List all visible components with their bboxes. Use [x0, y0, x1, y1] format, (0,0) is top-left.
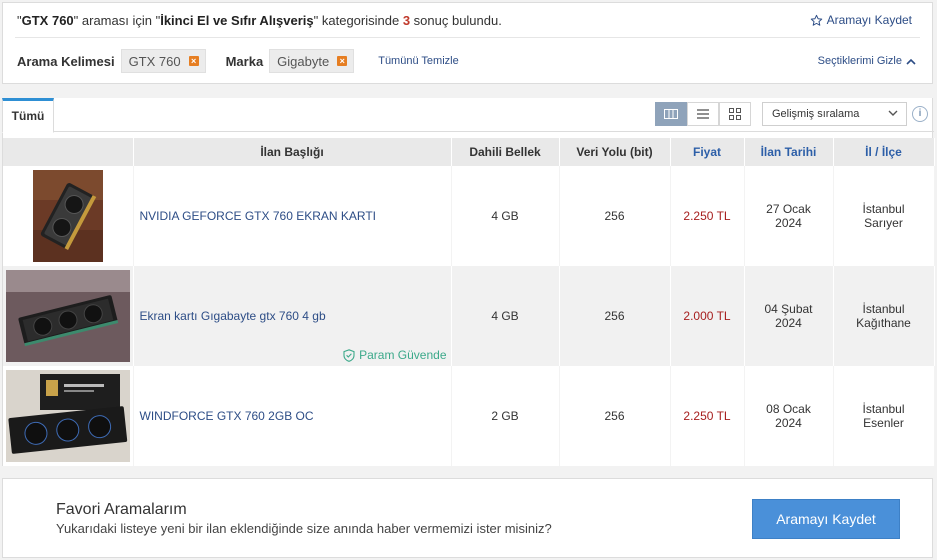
table-view-icon: [664, 109, 678, 119]
location-cell: İstanbul Sarıyer: [833, 166, 935, 266]
sort-selected-value: Gelişmiş sıralama: [772, 108, 860, 120]
tab-all[interactable]: Tümü: [2, 98, 54, 133]
header-memory[interactable]: Dahili Bellek: [451, 138, 560, 166]
shield-check-icon: [343, 348, 355, 362]
active-filters: Arama Kelimesi GTX 760 × Marka Gigabyte …: [17, 49, 459, 73]
results-panel: Tümü Gelişmiş sıralama i İlan Başlığı Da…: [2, 98, 935, 466]
search-category: İkinci El ve Sıfır Alışveriş: [160, 13, 314, 28]
date-cell: 04 Şubat 2024: [744, 266, 834, 366]
district: Kağıthane: [856, 316, 911, 330]
price-cell: 2.250 TL: [670, 366, 745, 466]
keyword-filter-value: GTX 760: [128, 53, 181, 69]
brand-filter-value: Gigabyte: [277, 53, 330, 69]
results-toolbar: Tümü Gelişmiş sıralama i: [2, 98, 934, 133]
view-grid-button[interactable]: [719, 102, 751, 126]
memory-cell: 2 GB: [451, 366, 560, 466]
date-year: 2024: [775, 216, 802, 230]
secure-payment-label: Param Güvende: [359, 348, 447, 362]
listing-title-cell: NVIDIA GEFORCE GTX 760 EKRAN KARTI: [133, 166, 452, 266]
memory-cell: 4 GB: [451, 166, 560, 266]
view-list-button[interactable]: [687, 102, 719, 126]
date-cell: 08 Ocak 2024: [744, 366, 834, 466]
remove-keyword-icon[interactable]: ×: [188, 56, 199, 66]
city: İstanbul: [862, 202, 905, 216]
listing-thumbnail-cell: [3, 266, 134, 366]
date-year: 2024: [775, 316, 802, 330]
listing-title-cell: Ekran kartı Gıgabayte gtx 760 4 gb Param…: [133, 266, 452, 366]
save-search-label: Aramayı Kaydet: [826, 13, 912, 27]
listing-thumbnail[interactable]: [5, 370, 130, 462]
listing-thumbnail-cell: [3, 366, 134, 466]
table-row[interactable]: NVIDIA GEFORCE GTX 760 EKRAN KARTI 4 GB …: [3, 166, 935, 266]
keyword-filter-chip: GTX 760 ×: [120, 49, 206, 73]
header-date[interactable]: İlan Tarihi: [744, 138, 834, 166]
table-row[interactable]: Ekran kartı Gıgabayte gtx 760 4 gb Param…: [3, 266, 935, 366]
summary-text: sonuç bulundu.: [410, 13, 502, 28]
info-icon[interactable]: i: [912, 106, 928, 122]
grid-view-icon: [729, 108, 741, 120]
listing-title-link[interactable]: NVIDIA GEFORCE GTX 760 EKRAN KARTI: [140, 209, 377, 223]
favorites-description: Yukarıdaki listeye yeni bir ilan eklendi…: [56, 521, 552, 536]
sort-dropdown[interactable]: Gelişmiş sıralama: [762, 102, 907, 126]
date-day: 27 Ocak: [766, 202, 811, 216]
header-title[interactable]: İlan Başlığı: [133, 138, 452, 166]
summary-text: " araması için: [73, 13, 156, 28]
chevron-down-icon: [888, 110, 898, 116]
hide-selections-label: Seçtiklerimi Gizle: [817, 55, 902, 67]
star-icon: [810, 14, 822, 26]
search-summary-panel: "GTX 760" araması için "İkinci El ve Sıf…: [2, 2, 933, 84]
listing-thumbnail-cell: [3, 166, 134, 266]
memory-cell: 4 GB: [451, 266, 560, 366]
list-view-icon: [697, 109, 709, 119]
brand-filter-label: Marka: [225, 53, 264, 69]
save-search-link[interactable]: Aramayı Kaydet: [810, 13, 912, 27]
result-summary: "GTX 760" araması için "İkinci El ve Sıf…: [17, 13, 502, 28]
district: Sarıyer: [864, 216, 903, 230]
favorite-searches-panel: Favori Aramalarım Yukarıdaki listeye yen…: [2, 478, 933, 558]
listing-thumbnail[interactable]: [32, 170, 103, 262]
favorites-title: Favori Aramalarım: [56, 501, 187, 518]
header-price[interactable]: Fiyat: [670, 138, 745, 166]
price-cell: 2.000 TL: [670, 266, 745, 366]
bus-cell: 256: [559, 366, 671, 466]
clear-all-filters-link[interactable]: Tümünü Temizle: [378, 55, 459, 67]
listing-thumbnail[interactable]: [5, 270, 130, 362]
date-cell: 27 Ocak 2024: [744, 166, 834, 266]
save-search-button[interactable]: Aramayı Kaydet: [752, 499, 900, 539]
summary-text: " kategorisinde: [313, 13, 403, 28]
chevron-up-icon: [906, 58, 916, 65]
search-query: GTX 760: [21, 13, 74, 28]
header-image: [3, 138, 134, 166]
keyword-filter-label: Arama Kelimesi: [17, 53, 115, 69]
location-cell: İstanbul Kağıthane: [833, 266, 935, 366]
header-location[interactable]: İl / İlçe: [833, 138, 935, 166]
district: Esenler: [863, 416, 904, 430]
date-year: 2024: [775, 416, 802, 430]
city: İstanbul: [862, 302, 905, 316]
bus-cell: 256: [559, 266, 671, 366]
date-day: 08 Ocak: [766, 402, 811, 416]
divider: [15, 37, 920, 38]
listing-table: İlan Başlığı Dahili Bellek Veri Yolu (bi…: [3, 138, 935, 466]
brand-filter-chip: Gigabyte ×: [269, 49, 355, 73]
view-mode-switcher: [655, 102, 751, 126]
table-row[interactable]: WINDFORCE GTX 760 2GB OC 2 GB 256 2.250 …: [3, 366, 935, 466]
view-table-button[interactable]: [655, 102, 687, 126]
listing-title-cell: WINDFORCE GTX 760 2GB OC: [133, 366, 452, 466]
price-cell: 2.250 TL: [670, 166, 745, 266]
city: İstanbul: [862, 402, 905, 416]
listing-title-link[interactable]: WINDFORCE GTX 760 2GB OC: [140, 409, 314, 423]
location-cell: İstanbul Esenler: [833, 366, 935, 466]
result-count: 3: [402, 13, 411, 28]
date-day: 04 Şubat: [764, 302, 813, 316]
listing-title-link[interactable]: Ekran kartı Gıgabayte gtx 760 4 gb: [140, 309, 326, 323]
remove-brand-icon[interactable]: ×: [337, 56, 348, 66]
hide-selections-link[interactable]: Seçtiklerimi Gizle: [818, 55, 916, 67]
secure-payment-badge: Param Güvende: [343, 348, 447, 362]
table-header-row: İlan Başlığı Dahili Bellek Veri Yolu (bi…: [3, 138, 935, 166]
bus-cell: 256: [559, 166, 671, 266]
header-bus[interactable]: Veri Yolu (bit): [559, 138, 671, 166]
